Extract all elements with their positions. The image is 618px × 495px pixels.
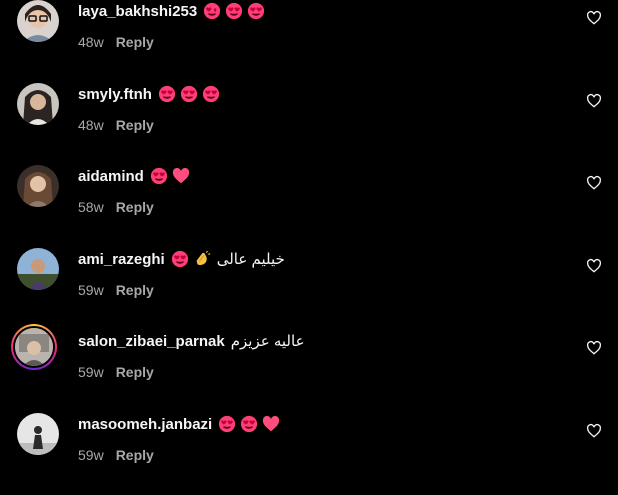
- emoji-group: [158, 85, 220, 103]
- comment-line: salon_zibaei_parnak عالیه عزیزم: [78, 330, 305, 352]
- comment-line: smyly.ftnh: [78, 83, 220, 105]
- comment-meta: 48w Reply: [78, 116, 154, 134]
- comment-timestamp: 48w: [78, 34, 104, 50]
- comment-timestamp: 59w: [78, 447, 104, 463]
- heart-outline-icon: [586, 93, 602, 108]
- heart-eyes-emoji-icon: [202, 85, 220, 103]
- heart-eyes-emoji-icon: [226, 2, 243, 20]
- heart-eyes-emoji-icon: [150, 167, 167, 185]
- avatar[interactable]: [17, 83, 59, 125]
- heart-eyes-emoji-icon: [158, 85, 176, 103]
- clapping-hands-emoji-icon: [196, 250, 211, 266]
- comment-timestamp: 59w: [78, 364, 104, 380]
- avatar-with-story-ring[interactable]: [11, 324, 57, 370]
- avatar[interactable]: [17, 165, 59, 207]
- emoji-group: [150, 167, 190, 185]
- reply-button[interactable]: Reply: [116, 199, 154, 215]
- pink-heart-emoji-icon: [172, 167, 190, 184]
- comment-username[interactable]: laya_bakhshi253: [78, 3, 197, 20]
- comment-username[interactable]: ami_razeghi: [78, 251, 165, 268]
- comment-meta: 59w Reply: [78, 446, 154, 464]
- heart-outline-icon: [586, 423, 602, 438]
- comment-line: ami_razeghi خیلیم عالی: [78, 248, 285, 270]
- avatar: [13, 326, 55, 368]
- reply-button[interactable]: Reply: [116, 447, 154, 463]
- avatar[interactable]: [17, 413, 59, 455]
- reply-button[interactable]: Reply: [116, 34, 154, 50]
- emoji-group: [218, 415, 280, 433]
- heart-eyes-emoji-icon: [241, 415, 258, 433]
- emoji-group: [171, 250, 211, 268]
- like-comment-button[interactable]: [586, 175, 602, 191]
- comment-item: smyly.ftnh 48w Reply: [0, 83, 618, 165]
- heart-eyes-emoji-icon: [180, 85, 198, 103]
- heart-eyes-emoji-icon: [219, 415, 236, 433]
- comment-meta: 48w Reply: [78, 33, 154, 51]
- heart-outline-icon: [586, 10, 602, 25]
- like-comment-button[interactable]: [586, 423, 602, 439]
- reply-button[interactable]: Reply: [116, 364, 154, 380]
- avatar[interactable]: [17, 248, 59, 290]
- heart-outline-icon: [586, 175, 602, 190]
- like-comment-button[interactable]: [586, 340, 602, 356]
- avatar[interactable]: [17, 0, 59, 42]
- comment-line: aidamind: [78, 165, 190, 187]
- heart-eyes-emoji-icon: [204, 2, 221, 20]
- comment-username[interactable]: smyly.ftnh: [78, 86, 152, 103]
- comment-item: laya_bakhshi253 48w Reply: [0, 0, 618, 82]
- emoji-group: [203, 2, 265, 20]
- comment-line: masoomeh.janbazi: [78, 413, 280, 435]
- comment-item: masoomeh.janbazi 59w Reply: [0, 413, 618, 495]
- reply-button[interactable]: Reply: [116, 282, 154, 298]
- comment-item: aidamind 58w Reply: [0, 165, 618, 247]
- heart-eyes-emoji-icon: [248, 2, 265, 20]
- comment-item: ami_razeghi خیلیم عالی 59w Reply: [0, 248, 618, 330]
- heart-outline-icon: [586, 258, 602, 273]
- comment-timestamp: 58w: [78, 199, 104, 215]
- reply-button[interactable]: Reply: [116, 117, 154, 133]
- like-comment-button[interactable]: [586, 10, 602, 26]
- heart-outline-icon: [586, 340, 602, 355]
- heart-eyes-emoji-icon: [171, 250, 188, 268]
- like-comment-button[interactable]: [586, 93, 602, 109]
- comment-timestamp: 48w: [78, 117, 104, 133]
- comment-line: laya_bakhshi253: [78, 0, 265, 22]
- comment-meta: 59w Reply: [78, 363, 154, 381]
- like-comment-button[interactable]: [586, 258, 602, 274]
- comment-item: salon_zibaei_parnak عالیه عزیزم 59w Repl…: [0, 324, 618, 412]
- comment-text: عالیه عزیزم: [230, 333, 305, 350]
- comment-timestamp: 59w: [78, 282, 104, 298]
- pink-heart-emoji-icon: [263, 415, 280, 432]
- comment-username[interactable]: masoomeh.janbazi: [78, 416, 212, 433]
- comment-username[interactable]: salon_zibaei_parnak: [78, 333, 225, 350]
- comment-text: خیلیم عالی: [216, 251, 285, 268]
- comment-meta: 58w Reply: [78, 198, 154, 216]
- comment-meta: 59w Reply: [78, 281, 154, 299]
- comment-username[interactable]: aidamind: [78, 168, 144, 185]
